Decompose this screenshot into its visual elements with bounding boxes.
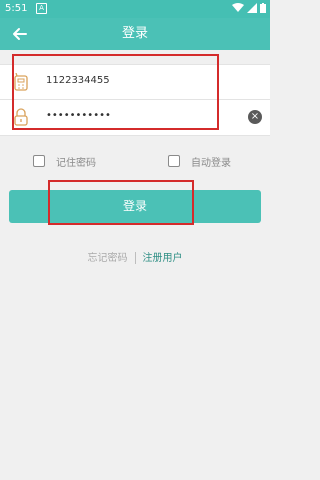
auto-login-checkbox[interactable] xyxy=(168,155,180,167)
remember-password-label: 记住密码 xyxy=(56,157,96,169)
app-bar: 登录 xyxy=(0,18,270,50)
clear-icon[interactable]: × xyxy=(248,110,262,124)
auth-links: 忘记密码 注册用户 xyxy=(0,249,270,264)
page-title: 登录 xyxy=(121,26,148,41)
register-link[interactable]: 注册用户 xyxy=(143,253,183,264)
battery-icon xyxy=(260,3,266,13)
signal-icon xyxy=(247,3,257,13)
forgot-password-link[interactable]: 忘记密码 xyxy=(88,253,128,264)
status-bar: 5:51 A xyxy=(0,0,270,18)
status-icons xyxy=(232,3,266,13)
remember-password-option[interactable]: 记住密码 xyxy=(33,153,96,169)
highlight-box-form xyxy=(12,54,219,130)
notification-icon: A xyxy=(36,3,47,14)
link-separator xyxy=(134,252,136,264)
wifi-icon xyxy=(232,3,244,12)
remember-password-checkbox[interactable] xyxy=(33,155,45,167)
highlight-box-login xyxy=(48,180,194,225)
auto-login-option[interactable]: 自动登录 xyxy=(168,153,231,169)
status-time: 5:51 xyxy=(5,3,28,14)
auto-login-label: 自动登录 xyxy=(191,157,231,169)
